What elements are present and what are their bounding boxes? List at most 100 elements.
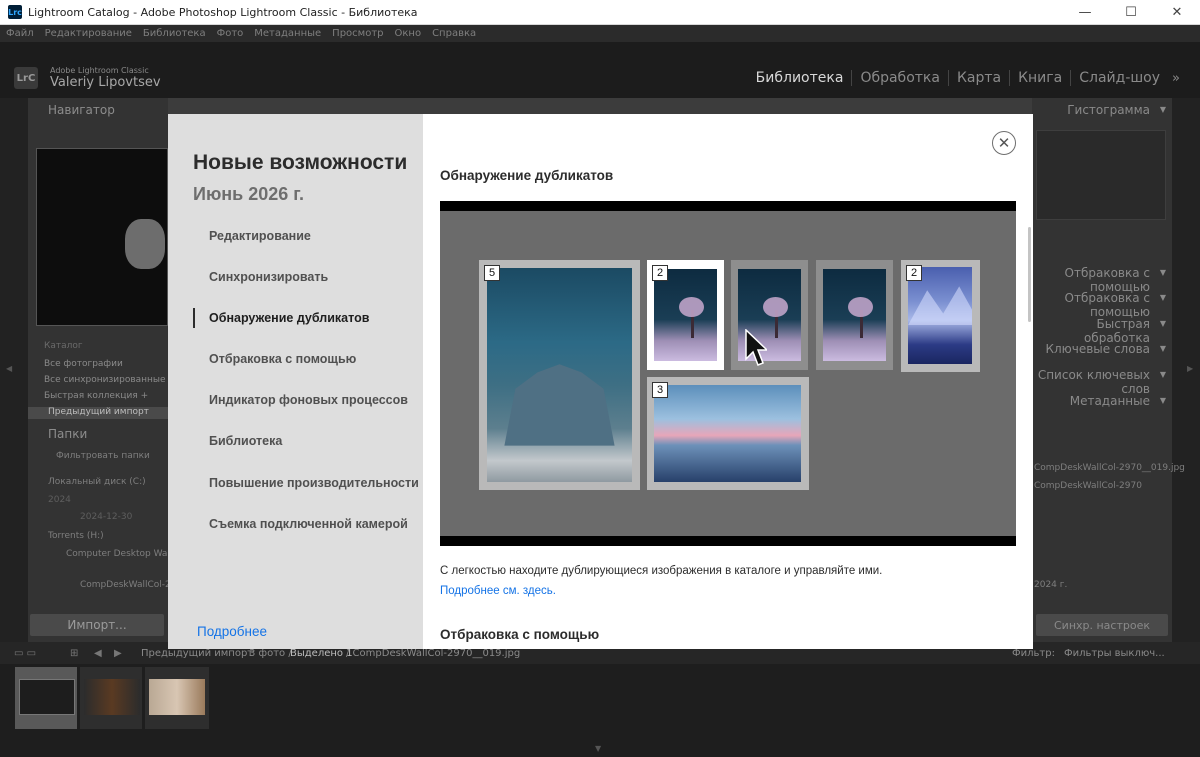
menu-bar: Файл Редактирование Библиотека Фото Мета… [0,25,1200,42]
whats-new-nav-library[interactable]: Библиотека [209,434,282,448]
whats-new-nav-duplicate-detection[interactable]: Обнаружение дубликатов [209,311,369,325]
demo-duplicate-tree-3 [816,260,893,370]
whats-new-nav-sync[interactable]: Синхронизировать [209,270,328,284]
thumb-image [149,679,205,715]
demo-photo-temple [487,268,632,482]
right-panel-keyword-list[interactable]: Список ключевых слов [1034,368,1170,396]
filmstrip-file-name: / CompDeskWallCol-2970__019.jpg [346,648,521,659]
folder-2024[interactable]: 2024 [48,495,71,505]
second-window-icon[interactable]: ▭ ▭ [14,648,36,659]
filmstrip-thumb-2[interactable] [80,667,142,729]
left-panel-toggle-icon[interactable]: ◀ [6,364,12,373]
right-panel-quick-develop[interactable]: Быстрая обработка [1034,317,1170,345]
demo-stack-tree-selected: 2 [647,260,724,370]
menu-photo[interactable]: Фото [217,28,244,39]
menu-library[interactable]: Библиотека [143,28,206,39]
module-slideshow[interactable]: Слайд-шоу [1070,70,1168,86]
demo-photo-tree [823,269,886,361]
whats-new-more-link[interactable]: Подробнее [197,624,267,639]
thumb-image [19,679,75,715]
duplicate-count-badge: 3 [652,382,668,398]
metadata-date: 2024 г. [1034,580,1068,590]
whats-new-title: Новые возможности [193,151,408,174]
filter-folders-button[interactable]: Фильтровать папки [56,451,150,461]
catalog-item-quick-collection[interactable]: Быстрая коллекция + [44,391,148,401]
right-panel-metadata[interactable]: Метаданные [1034,394,1170,408]
import-button[interactable]: Импорт... [30,614,164,636]
forward-arrow-icon[interactable]: ▶ [114,648,122,659]
histogram-display [1036,130,1166,220]
filmstrip-source[interactable]: Предыдущий импорт [141,648,253,659]
navigator-preview[interactable] [36,148,168,326]
window-controls: — ☐ ✕ [1062,0,1200,25]
demo-photo-mountain [908,267,972,364]
metadata-file-name: CompDeskWallCol-2970__019.jpg [1034,463,1185,473]
whats-new-nav-background-indicator[interactable]: Индикатор фоновых процессов [209,393,408,407]
folder-2024-12-30[interactable]: 2024-12-30 [80,512,132,522]
filmstrip-thumb-1[interactable] [15,667,77,729]
right-panel-assisted-culling[interactable]: Отбраковка с помощью [1034,266,1170,294]
whats-new-nav-editing[interactable]: Редактирование [209,229,311,243]
catalog-header[interactable]: Каталог [44,341,83,351]
close-circle-icon[interactable]: ✕ [992,131,1016,155]
folder-desktop-wallpapers[interactable]: Computer Desktop Wallp [66,549,178,559]
right-panel-assisted-culling-2[interactable]: Отбраковка с помощью [1034,291,1170,319]
demo-duplicate-tree-2 [731,260,808,370]
menu-help[interactable]: Справка [432,28,476,39]
duplicate-count-badge: 2 [652,265,668,281]
section-title: Обнаружение дубликатов [440,168,614,183]
close-window-icon[interactable]: ✕ [1154,0,1200,25]
product-name: Adobe Lightroom Classic [50,66,149,75]
whats-new-nav-tethered-capture[interactable]: Съемка подключенной камерой [209,517,408,531]
folder-compdeskwallcol[interactable]: CompDeskWallCol-297 [80,580,182,590]
next-section-title: Отбраковка с помощью [440,627,600,642]
more-modules-icon[interactable]: » [1172,71,1180,86]
demo-stack-mountain: 2 [901,260,980,372]
module-map[interactable]: Карта [947,70,1009,86]
filter-dropdown[interactable]: Фильтры выключ... [1064,648,1165,659]
menu-view[interactable]: Просмотр [332,28,383,39]
histogram-header[interactable]: Гистограмма [1034,103,1170,117]
duplicate-count-badge: 5 [484,265,500,281]
menu-edit[interactable]: Редактирование [45,28,132,39]
module-book[interactable]: Книга [1009,70,1070,86]
navigator-header[interactable]: Навигатор [48,103,115,117]
demo-stack-lake: 3 [647,377,809,490]
whats-new-nav-assisted-culling[interactable]: Отбраковка с помощью [209,352,356,366]
menu-file[interactable]: Файл [6,28,34,39]
user-name: Valeriy Lipovtsev [50,75,161,90]
module-library[interactable]: Библиотека [748,70,852,86]
whats-new-nav-performance[interactable]: Повышение производительности [209,476,419,490]
back-arrow-icon[interactable]: ◀ [94,648,102,659]
sync-settings-button[interactable]: Синхр. настроек [1036,614,1168,636]
collapse-bottom-arrow-icon[interactable]: ▼ [595,744,601,753]
filmstrip-thumb-3[interactable] [145,667,209,729]
learn-more-link[interactable]: Подробнее см. здесь. [440,585,556,597]
catalog-item-previous-import[interactable]: Предыдущий импорт [28,407,168,419]
folders-header[interactable]: Папки [48,427,87,441]
menu-metadata[interactable]: Метаданные [254,28,321,39]
metadata-folder: CompDeskWallCol-2970 [1034,481,1142,491]
section-description: С легкостью находите дублирующиеся изобр… [440,565,883,577]
filter-label: Фильтр: [1012,648,1055,659]
content-scrollbar[interactable] [1028,227,1031,322]
maximize-icon[interactable]: ☐ [1108,0,1154,25]
catalog-item-all-photos[interactable]: Все фотографии [44,359,123,369]
minimize-icon[interactable]: — [1062,0,1108,25]
demo-photo-lake [654,385,801,482]
right-panel-toggle-icon[interactable]: ▶ [1187,364,1193,373]
volume-torrents[interactable]: Torrents (H:) [48,531,104,541]
lightroom-app-icon: Lrc [8,5,22,19]
volume-local-disk[interactable]: Локальный диск (C:) [48,477,146,487]
module-develop[interactable]: Обработка [851,70,948,86]
module-picker: Библиотека Обработка Карта Книга Слайд-ш… [748,70,1180,86]
lightroom-logo-icon: LrC [14,67,38,89]
window-titlebar: Lrc Lightroom Catalog - Adobe Photoshop … [0,0,1200,25]
catalog-item-synced[interactable]: Все синхронизированные фо [44,375,182,385]
right-panel-keywords[interactable]: Ключевые слова [1034,342,1170,356]
filmstrip-photo-count: 3 фото / [249,648,292,659]
grid-view-icon[interactable]: ⊞ [70,648,78,659]
thumb-image [84,679,140,715]
mouse-pointer-icon [745,329,767,366]
menu-window[interactable]: Окно [395,28,422,39]
